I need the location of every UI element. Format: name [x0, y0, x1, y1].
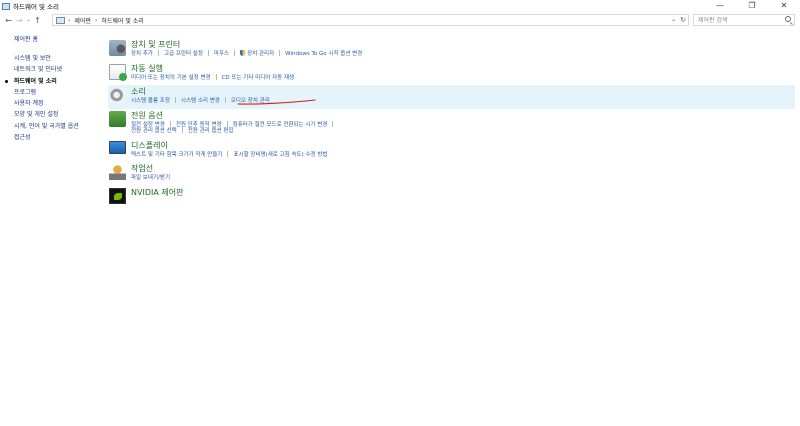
breadcrumb-control-panel[interactable]: 제어판 — [74, 16, 91, 25]
navigation-bar: ← → ⌄ ↑ › 제어판 › 하드웨어 및 소리 ⌄ ↻ — [0, 13, 800, 27]
speaker-icon[interactable] — [109, 87, 126, 103]
category-links-row2: 전원 관리 옵션 선택 전원 관리 옵션 편집 — [131, 126, 233, 134]
title-bar: 하드웨어 및 소리 — ❐ ✕ — [0, 0, 800, 12]
control-panel-icon — [2, 2, 10, 10]
sidebar-item-network-internet[interactable]: 네트워크 및 인터넷 — [14, 64, 104, 75]
category-display: 디스플레이 텍스트 및 기타 항목 크기가 작게 만들기 표시할 장비명(새로 … — [108, 139, 795, 163]
breadcrumb-hardware-sound[interactable]: 하드웨어 및 소리 — [101, 16, 143, 25]
link-divider — [227, 150, 229, 157]
breadcrumb-separator: › — [68, 16, 71, 24]
category-links: 텍스트 및 기타 항목 크기가 작게 만들기 표시할 장비명(새로 고침 속도)… — [131, 150, 327, 158]
category-autoplay: 자동 실행 미디어 또는 장치의 기본 설정 변경 CD 또는 기타 미디어 자… — [108, 62, 795, 86]
sidebar-item-user-accounts[interactable]: 사용자 계정 — [14, 98, 104, 109]
category-devices-printers: 장치 및 프린터 장치 추가 고급 프린터 설정 마우스 장치 관리자 Wind… — [108, 38, 795, 62]
recent-locations-chevron-icon[interactable]: ⌄ — [25, 17, 32, 23]
link-divider — [215, 73, 217, 80]
devices-printers-icon[interactable] — [109, 40, 126, 56]
minimize-button[interactable]: — — [704, 0, 736, 12]
link-divider — [181, 127, 183, 133]
sidebar-item-appearance[interactable]: 모양 및 개인 설정 — [14, 109, 104, 120]
address-dropdown-icon[interactable]: ⌄ — [671, 15, 676, 25]
restore-button[interactable]: ❐ — [736, 0, 768, 12]
category-title[interactable]: NVIDIA 제어판 — [131, 187, 183, 198]
left-navigation-pane: 제어판 홈 시스템 및 보안 네트워크 및 인터넷 하드웨어 및 소리 프로그램… — [5, 34, 104, 143]
link-add-device[interactable]: 장치 추가 — [131, 49, 153, 57]
category-list: 장치 및 프린터 장치 추가 고급 프린터 설정 마우스 장치 관리자 Wind… — [108, 38, 795, 209]
link-edit-power-plan[interactable]: 전원 관리 옵션 편집 — [188, 126, 234, 134]
link-device-manager[interactable]: 장치 관리자 — [247, 49, 274, 57]
display-icon[interactable] — [109, 140, 126, 154]
link-manage-audio-devices[interactable]: 오디오 장치 관리 — [231, 96, 270, 104]
category-links: 미디어 또는 장치의 기본 설정 변경 CD 또는 기타 미디어 자동 재생 — [131, 73, 294, 81]
link-divider — [279, 50, 281, 56]
control-panel-home-link[interactable]: 제어판 홈 — [14, 34, 104, 43]
category-links: 시스템 볼륨 조정 시스템 소리 변경 오디오 장치 관리 — [131, 96, 270, 104]
address-bar[interactable]: › 제어판 › 하드웨어 및 소리 ⌄ ↻ — [52, 14, 689, 26]
control-panel-icon — [56, 16, 65, 24]
link-divider — [224, 97, 226, 103]
refresh-icon[interactable]: ↻ — [680, 15, 686, 25]
link-divider — [174, 97, 176, 103]
link-divider — [234, 50, 236, 56]
link-choose-power-plan[interactable]: 전원 관리 옵션 선택 — [131, 126, 177, 134]
search-input[interactable] — [698, 16, 778, 24]
sidebar-item-hardware-sound: 하드웨어 및 소리 — [5, 76, 104, 87]
up-arrow-icon[interactable]: ↑ — [32, 16, 43, 25]
link-cd-autoplay[interactable]: CD 또는 기타 미디어 자동 재생 — [222, 73, 294, 81]
link-text-size[interactable]: 텍스트 및 기타 항목 크기가 작게 만들기 — [131, 150, 222, 158]
autoplay-icon[interactable] — [109, 63, 127, 81]
link-advanced-printer-setup[interactable]: 고급 프린터 설정 — [164, 49, 203, 57]
link-computer-sleep-time[interactable]: 컴퓨터가 절전 모드로 전환되는 시기 변경 — [233, 120, 328, 128]
forward-arrow-icon[interactable]: → — [14, 16, 25, 25]
location-icon[interactable] — [109, 164, 126, 180]
search-box[interactable] — [693, 14, 795, 26]
link-media-defaults[interactable]: 미디어 또는 장치의 기본 설정 변경 — [131, 73, 211, 81]
uac-shield-icon — [240, 50, 246, 56]
category-nvidia: NVIDIA 제어판 — [108, 186, 795, 210]
link-change-system-sounds[interactable]: 시스템 소리 변경 — [181, 96, 220, 104]
link-adjust-volume[interactable]: 시스템 볼륨 조정 — [131, 96, 170, 104]
window-title: 하드웨어 및 소리 — [13, 3, 59, 11]
link-divider — [207, 50, 209, 56]
link-windows-to-go[interactable]: Windows To Go 시작 옵션 변경 — [285, 49, 362, 57]
link-divider — [158, 50, 159, 56]
category-sound: 소리 시스템 볼륨 조정 시스템 소리 변경 오디오 장치 관리 — [108, 85, 795, 109]
link-divider — [332, 120, 334, 127]
nvidia-icon[interactable] — [109, 187, 126, 204]
close-button[interactable]: ✕ — [768, 0, 800, 12]
power-options-icon[interactable] — [109, 110, 126, 127]
sidebar-item-clock-region[interactable]: 시계, 언어 및 국가별 옵션 — [14, 121, 104, 132]
category-links: 장치 추가 고급 프린터 설정 마우스 장치 관리자 Windows To Go… — [131, 49, 362, 57]
search-icon[interactable] — [785, 16, 791, 22]
category-power-options: 전원 옵션 절전 설정 변경 전원 단추 동작 변경 컴퓨터가 절전 모드로 전… — [108, 109, 795, 139]
breadcrumb-separator: › — [94, 16, 98, 24]
link-display-refresh-rate[interactable]: 표시할 장비명(새로 고침 속도) 수정 방법 — [233, 150, 327, 158]
link-send-receive-files[interactable]: 파일 보내기/받기 — [131, 173, 170, 181]
link-mouse[interactable]: 마우스 — [214, 49, 229, 57]
sidebar-item-accessibility[interactable]: 접근성 — [14, 132, 104, 143]
back-arrow-icon[interactable]: ← — [3, 16, 14, 25]
window-controls: — ❐ ✕ — [704, 0, 800, 12]
sidebar-item-system-security[interactable]: 시스템 및 보안 — [14, 53, 104, 64]
category-location: 작업선 파일 보내기/받기 — [108, 162, 795, 186]
category-links: 파일 보내기/받기 — [131, 173, 170, 181]
sidebar-item-programs[interactable]: 프로그램 — [14, 87, 104, 98]
